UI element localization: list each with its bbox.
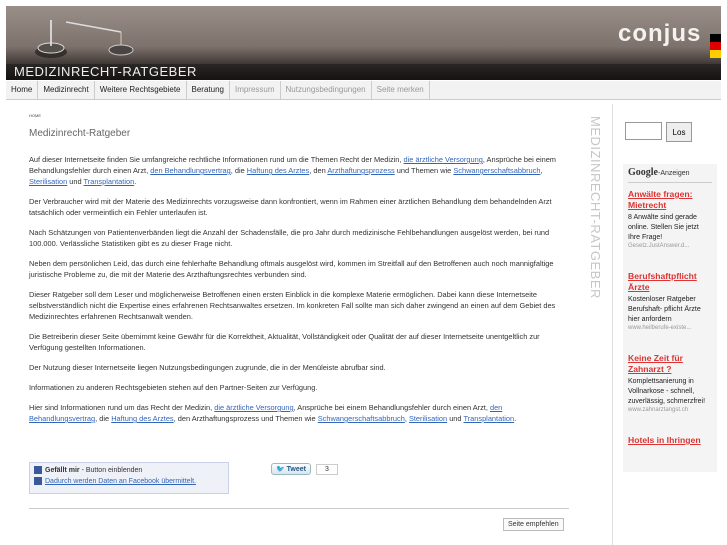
- ad-list: Anwälte fragen: Mietrecht 8 Anwälte sind …: [628, 189, 712, 446]
- link-schwangerschaftsabbruch[interactable]: Schwangerschaftsabbruch: [453, 166, 540, 175]
- nav-item-weitere-rechtsgebiete[interactable]: Weitere Rechtsgebiete: [95, 81, 187, 99]
- paragraph: Der Verbraucher wird mit der Materie des…: [29, 197, 552, 217]
- nav-item-impressum[interactable]: Impressum: [230, 81, 281, 99]
- facebook-like-box: Gefällt mir - Button einblenden Dadurch …: [29, 462, 229, 494]
- sidebar: Los Google-Anzeigen Anwälte fragen: Miet…: [612, 104, 721, 545]
- search-form: Los: [625, 122, 692, 142]
- text: und Themen wie: [394, 166, 454, 175]
- tweet-widget: 🐦 Tweet 3: [271, 463, 338, 475]
- text: ,: [540, 166, 543, 175]
- intro-paragraph: Auf dieser Internetseite finden Sie umfa…: [29, 154, 569, 187]
- nav-item-beratung[interactable]: Beratung: [187, 81, 230, 99]
- like-label: Gefällt mir: [45, 467, 80, 474]
- text: , den: [309, 166, 328, 175]
- paragraph: Informationen zu anderen Rechtsgebieten …: [29, 383, 318, 392]
- ad-description: Kostenloser Ratgeber Berufshaft- pflicht…: [628, 296, 701, 323]
- link-transplantation[interactable]: Transplantation: [84, 177, 135, 186]
- ad-item[interactable]: Anwälte fragen: Mietrecht 8 Anwälte sind …: [628, 189, 712, 249]
- facebook-row: Dadurch werden Daten an Facebook übermit…: [34, 476, 224, 487]
- google-ads: Google-Anzeigen Anwälte fragen: Mietrech…: [623, 164, 717, 472]
- ad-description: 8 Anwälte sind gerade online. Stellen Si…: [628, 214, 699, 241]
- text: , den Arzthaftungsprozess und Themen wie: [173, 414, 318, 423]
- link-transplantation[interactable]: Transplantation: [463, 414, 514, 423]
- thumbs-up-icon: [34, 466, 42, 475]
- text: .: [134, 177, 137, 186]
- ad-item[interactable]: Berufshaftpflicht Ärzte Kostenloser Ratge…: [628, 271, 712, 331]
- paragraph: Nach Schätzungen von Patientenverbänden …: [29, 228, 550, 248]
- like-hint: - Button einblenden: [79, 467, 143, 474]
- german-flag-icon: [710, 34, 721, 58]
- divider: [29, 508, 569, 509]
- text: , die: [95, 414, 112, 423]
- vertical-site-title: MEDIZINRECHT-RATGEBER: [588, 116, 603, 299]
- link-arzthaftungsprozess[interactable]: Arzthaftungsprozess: [327, 166, 394, 175]
- ad-url[interactable]: www.heilberufe-existe...: [628, 325, 712, 331]
- link-sterilisation[interactable]: Sterilisation: [29, 177, 67, 186]
- link-aerztliche-versorgung[interactable]: die ärztliche Versorgung: [404, 155, 483, 164]
- tweet-button[interactable]: 🐦 Tweet: [271, 463, 311, 475]
- page-title: Medizinrecht-Ratgeber: [29, 128, 131, 139]
- summary-paragraph: Hier sind Informationen rund um das Rech…: [29, 402, 569, 424]
- nav-item-nutzungsbedingungen[interactable]: Nutzungsbedingungen: [281, 81, 372, 99]
- ad-title[interactable]: Anwälte fragen: Mietrecht: [628, 189, 712, 211]
- nav-item-home[interactable]: Home: [6, 81, 39, 99]
- main-nav: Home Medizinrecht Weitere Rechtsgebiete Ber…: [6, 81, 721, 100]
- text: , Ansprüche bei einem Behandlungsfehler …: [293, 403, 490, 412]
- paragraph: Die Betreiberin dieser Seite übernimmt k…: [29, 332, 540, 352]
- site-header: conjus MEDIZINRECHT-RATGEBER: [6, 6, 721, 80]
- like-row[interactable]: Gefällt mir - Button einblenden: [34, 465, 224, 476]
- text: Auf dieser Internetseite finden Sie umfa…: [29, 155, 404, 164]
- recommend-page-button[interactable]: Seite empfehlen: [503, 518, 564, 531]
- ads-header: Google-Anzeigen: [628, 167, 712, 183]
- ad-title[interactable]: Keine Zeit für Zahnarzt ?: [628, 353, 712, 375]
- text: und: [447, 414, 464, 423]
- facebook-icon: [34, 477, 42, 486]
- ad-item[interactable]: Keine Zeit für Zahnarzt ? Komplettsanieru…: [628, 353, 712, 413]
- paragraph: Dieser Ratgeber soll dem Leser und mögli…: [29, 290, 556, 321]
- link-behandlungsvertrag[interactable]: den Behandlungsvertrag: [150, 166, 231, 175]
- search-button[interactable]: Los: [666, 122, 692, 142]
- ad-description: Komplettsanierung in Vollnarkose - schne…: [628, 378, 706, 405]
- main-content: HOME Medizinrecht-Ratgeber Auf dieser In…: [29, 113, 569, 433]
- link-aerztliche-versorgung[interactable]: die ärztliche Versorgung: [214, 403, 293, 412]
- text: , die: [230, 166, 247, 175]
- breadcrumb[interactable]: HOME: [29, 113, 569, 121]
- ad-title[interactable]: Hotels in Ihringen: [628, 435, 712, 446]
- google-logo: Google: [628, 167, 658, 178]
- ad-url[interactable]: Gesetz.JustAnswer.d...: [628, 243, 712, 249]
- tweet-label: Tweet: [286, 466, 306, 473]
- text: Hier sind Informationen rund um das Rech…: [29, 403, 215, 412]
- brand-logo[interactable]: conjus: [618, 20, 701, 48]
- paragraph: Neben dem persönlichen Leid, das durch e…: [29, 259, 554, 279]
- ads-label: -Anzeigen: [658, 170, 690, 177]
- paragraph: Der Nutzung dieser Internetseite liegen …: [29, 363, 386, 372]
- ad-item[interactable]: Hotels in Ihringen: [628, 435, 712, 446]
- text: .: [514, 414, 517, 423]
- text: und: [67, 177, 84, 186]
- search-input[interactable]: [625, 122, 662, 140]
- site-title: MEDIZINRECHT-RATGEBER: [14, 64, 197, 79]
- scales-of-justice-icon: [35, 20, 134, 58]
- link-haftung-des-arztes[interactable]: Haftung des Arztes: [247, 166, 309, 175]
- link-haftung-des-arztes[interactable]: Haftung des Arztes: [111, 414, 173, 423]
- nav-item-medizinrecht[interactable]: Medizinrecht: [38, 81, 95, 99]
- ad-url[interactable]: www.zahnarztangst.ch: [628, 407, 712, 413]
- facebook-data-link[interactable]: Dadurch werden Daten an Facebook übermit…: [45, 478, 196, 485]
- link-sterilisation[interactable]: Sterilisation: [409, 414, 447, 423]
- link-schwangerschaftsabbruch[interactable]: Schwangerschaftsabbruch: [318, 414, 405, 423]
- tweet-count: 3: [316, 463, 338, 475]
- ad-title[interactable]: Berufshaftpflicht Ärzte: [628, 271, 712, 293]
- nav-item-seite-merken[interactable]: Seite merken: [372, 81, 430, 99]
